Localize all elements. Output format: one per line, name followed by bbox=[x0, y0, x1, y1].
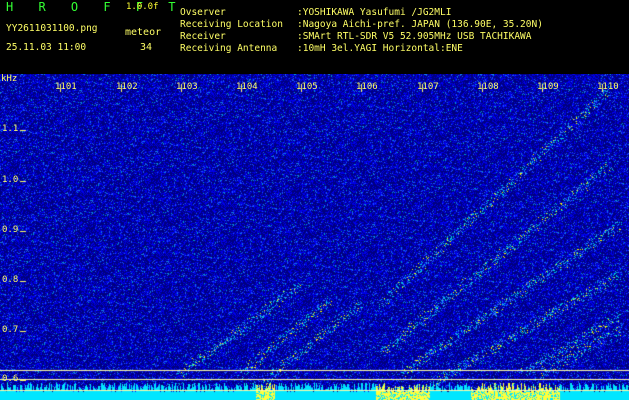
spectrogram-canvas bbox=[0, 74, 629, 400]
frequency-unit-label: kHz bbox=[1, 74, 18, 84]
meteor-count: 34 bbox=[140, 42, 153, 53]
x-tick-label: 1105 bbox=[296, 82, 318, 92]
file-name: YY2611031100.png bbox=[6, 23, 98, 34]
y-tick-label: 0.6 bbox=[2, 374, 19, 384]
antenna-value: :10mH 3el.YAGI Horizontal:ENE bbox=[297, 43, 463, 54]
y-tick-label: 0.9 bbox=[2, 225, 19, 235]
x-tick-label: 1107 bbox=[417, 82, 439, 92]
spectrogram-area: kHz 1.1 1.0 0.9 0.8 0.7 0.6 1101 1102 11… bbox=[0, 74, 629, 400]
y-tick-label: 0.7 bbox=[2, 325, 19, 335]
x-tick-label: 1104 bbox=[236, 82, 258, 92]
observer-value: :YOSHIKAWA Yasufumi /JG2MLI bbox=[297, 7, 452, 18]
meteor-label: meteor bbox=[125, 27, 162, 38]
location-key: Receiving Location bbox=[180, 19, 283, 30]
x-tick-label: 1102 bbox=[116, 82, 138, 92]
x-tick-label: 1109 bbox=[537, 82, 559, 92]
observer-key: Ovserver bbox=[180, 7, 226, 18]
x-tick-label: 1108 bbox=[477, 82, 499, 92]
x-tick-label: 1106 bbox=[356, 82, 378, 92]
antenna-key: Receiving Antenna bbox=[180, 43, 278, 54]
location-value: :Nagoya Aichi-pref. JAPAN (136.90E, 35.2… bbox=[297, 19, 543, 30]
receiver-key: Receiver bbox=[180, 31, 226, 42]
y-tick-label: 0.8 bbox=[2, 275, 19, 285]
y-tick-label: 1.1 bbox=[2, 124, 19, 134]
receiver-value: :SMArt RTL-SDR V5 52.905MHz USB TACHIKAW… bbox=[297, 31, 532, 42]
header-panel: H R O F F T 1.0.0f YY2611031100.png 25.1… bbox=[0, 0, 629, 74]
x-tick-label: 1101 bbox=[55, 82, 77, 92]
x-tick-label: 1103 bbox=[176, 82, 198, 92]
date-time: 25.11.03 11:00 bbox=[6, 42, 87, 53]
y-tick-label: 1.0 bbox=[2, 175, 19, 185]
app-version: 1.0.0f bbox=[126, 2, 159, 12]
x-tick-label: 1110 bbox=[597, 82, 619, 92]
